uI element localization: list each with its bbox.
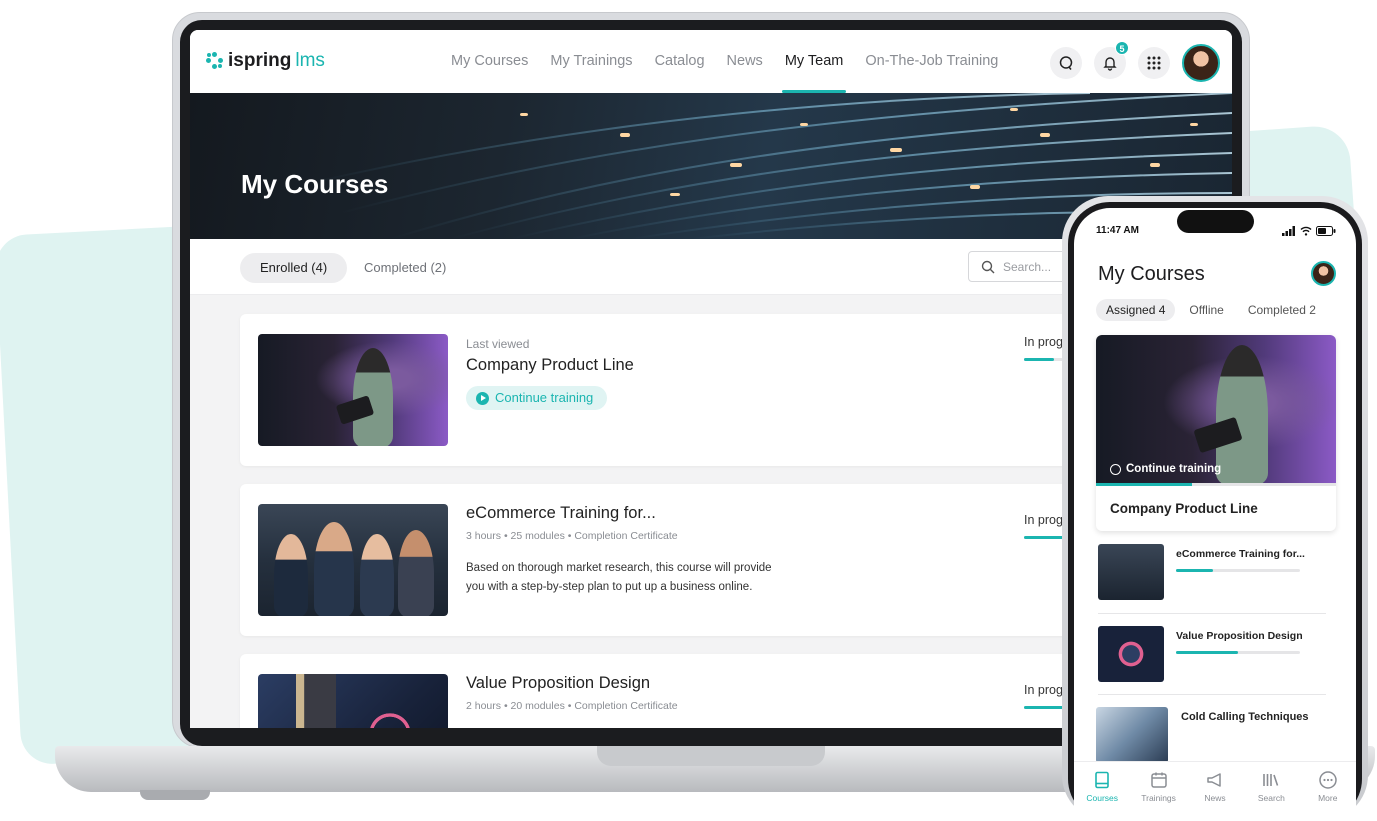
status-bar-icons <box>1282 226 1336 236</box>
course-meta: Last viewed <box>466 337 530 351</box>
nav-my-courses[interactable]: My Courses <box>440 30 539 93</box>
phone-course-item[interactable]: Value Proposition Design <box>1096 626 1326 696</box>
course-thumbnail <box>1098 544 1164 600</box>
tab-completed[interactable]: Completed (2) <box>344 253 466 283</box>
signal-icon <box>1282 226 1295 236</box>
battery-icon <box>1316 226 1336 236</box>
search-icon <box>981 260 995 273</box>
phone-screen: 11:47 AM My Courses Assigned 4 Offline C… <box>1074 208 1356 821</box>
status-label: In prog <box>1024 683 1063 697</box>
notification-badge: 5 <box>1115 41 1129 55</box>
featured-course-title: Company Product Line <box>1110 501 1258 516</box>
nav-on-the-job-training[interactable]: On-The-Job Training <box>854 30 1009 93</box>
laptop-foot <box>140 790 210 800</box>
phone-continue-training-button[interactable]: Continue training <box>1110 463 1221 475</box>
course-card-value-proposition-design[interactable]: Value Proposition Design 2 hours • 20 mo… <box>240 654 1100 728</box>
megaphone-icon <box>1207 773 1221 787</box>
featured-progress-bar <box>1096 483 1336 486</box>
course-card-company-product-line[interactable]: Last viewed Company Product Line Continu… <box>240 314 1100 466</box>
phone-course-item[interactable]: eCommerce Training for... <box>1096 544 1326 614</box>
chat-icon <box>1059 56 1073 70</box>
page-title: My Courses <box>241 169 389 199</box>
nav-catalog[interactable]: Catalog <box>644 30 716 93</box>
course-meta: 3 hours • 25 modules • Completion Certif… <box>466 530 678 542</box>
phone-tab-assigned[interactable]: Assigned 4 <box>1096 299 1176 321</box>
calendar-icon <box>1150 772 1167 788</box>
phone-tabs: Assigned 4 Offline Completed 2 <box>1096 299 1326 321</box>
phone-bottom-navigation: Courses Trainings News Search More <box>1074 761 1356 821</box>
continue-training-button[interactable]: Continue training <box>466 386 608 410</box>
laptop-notch <box>597 746 825 766</box>
bottom-nav-label: Courses <box>1086 793 1119 803</box>
phone-page-title: My Courses <box>1098 263 1205 285</box>
notifications-button[interactable]: 5 <box>1094 41 1129 79</box>
course-thumbnail[interactable] <box>258 674 448 728</box>
phone-progress-bar <box>1176 651 1300 654</box>
status-label: In prog <box>1024 513 1063 527</box>
chat-button[interactable] <box>1050 47 1082 79</box>
logo-mark-icon <box>206 52 224 70</box>
top-navigation: ispring lms My Courses My Trainings Catal… <box>190 30 1232 93</box>
library-icon <box>1263 774 1279 786</box>
header-actions: 5 <box>1050 41 1220 82</box>
status-bar-time: 11:47 AM <box>1096 225 1139 236</box>
apps-button[interactable] <box>1138 47 1170 79</box>
divider <box>1098 694 1326 695</box>
phone-user-avatar[interactable] <box>1311 261 1336 286</box>
phone-progress-bar <box>1176 569 1300 572</box>
tab-enrolled[interactable]: Enrolled (4) <box>240 253 348 283</box>
dynamic-island <box>1177 210 1254 233</box>
bottom-nav-news[interactable]: News <box>1190 770 1240 821</box>
phone-tab-completed[interactable]: Completed 2 <box>1238 299 1326 321</box>
course-thumbnail <box>1096 707 1168 763</box>
phone-course-title: Value Proposition Design <box>1176 630 1303 642</box>
nav-my-team[interactable]: My Team <box>774 30 855 93</box>
user-avatar[interactable] <box>1182 44 1220 82</box>
phone-continue-training-label: Continue training <box>1126 463 1222 475</box>
course-meta: 2 hours • 20 modules • Completion Certif… <box>466 700 678 712</box>
divider <box>1098 613 1326 614</box>
more-icon <box>1319 771 1337 789</box>
bottom-nav-courses[interactable]: Courses <box>1077 770 1127 821</box>
phone-course-title: eCommerce Training for... <box>1176 548 1305 560</box>
course-thumbnail[interactable] <box>258 334 448 446</box>
status-label: In prog <box>1024 335 1063 349</box>
bottom-nav-label: Search <box>1257 793 1285 803</box>
bottom-nav-trainings[interactable]: Trainings <box>1134 770 1184 821</box>
phone-featured-course[interactable]: Continue training Company Product Line <box>1096 335 1336 531</box>
course-thumbnail <box>1098 626 1164 682</box>
nav-news[interactable]: News <box>716 30 774 93</box>
nav-my-trainings[interactable]: My Trainings <box>539 30 643 93</box>
phone-tab-offline[interactable]: Offline <box>1179 299 1233 321</box>
play-icon <box>476 391 489 405</box>
course-title[interactable]: eCommerce Training for... <box>466 504 656 523</box>
course-title[interactable]: Company Product Line <box>466 356 634 375</box>
book-icon <box>1095 771 1109 789</box>
bottom-nav-label: Trainings <box>1141 793 1176 803</box>
bottom-nav-label: More <box>1318 793 1338 803</box>
apps-grid-icon <box>1147 56 1161 70</box>
wifi-icon <box>1300 226 1312 236</box>
phone-course-title: Cold Calling Techniques <box>1181 711 1309 723</box>
logo-name: ispring <box>228 50 292 71</box>
bell-icon <box>1103 57 1117 71</box>
course-thumbnail[interactable] <box>258 504 448 616</box>
search-placeholder: Search... <box>1003 259 1052 274</box>
brand-logo[interactable]: ispring lms <box>206 50 325 72</box>
course-description: Based on thorough market research, this … <box>466 562 772 593</box>
logo-suffix: lms <box>295 50 325 71</box>
bottom-nav-more[interactable]: More <box>1303 770 1353 821</box>
main-menu: My Courses My Trainings Catalog News My … <box>440 30 1009 93</box>
course-card-ecommerce-training[interactable]: eCommerce Training for... 3 hours • 25 m… <box>240 484 1100 636</box>
play-icon <box>1110 463 1121 475</box>
bottom-nav-label: News <box>1204 793 1226 803</box>
bottom-nav-search[interactable]: Search <box>1246 770 1296 821</box>
continue-training-label: Continue training <box>495 390 594 405</box>
course-title[interactable]: Value Proposition Design <box>466 674 650 693</box>
